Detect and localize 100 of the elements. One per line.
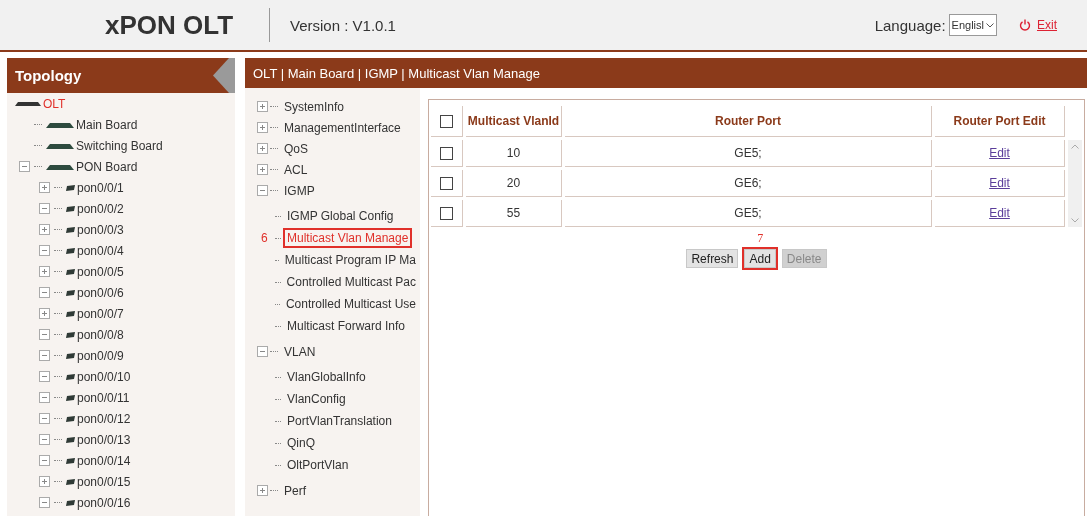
menu-item[interactable]: OltPortVlan xyxy=(283,455,353,475)
table-cell: GE5; xyxy=(565,140,932,167)
language-select[interactable]: Englisl xyxy=(948,14,997,36)
menu-item[interactable]: VlanGlobalInfo xyxy=(283,367,370,387)
action-button[interactable]: Refresh xyxy=(686,249,739,268)
edit-link[interactable]: Edit xyxy=(989,146,1010,160)
step-number: 7 xyxy=(756,231,765,246)
select-all-checkbox[interactable] xyxy=(440,114,453,128)
menu-item[interactable]: Multicast Forward Info xyxy=(283,316,410,336)
expand-icon[interactable] xyxy=(39,224,50,235)
tree-item[interactable]: pon0/0/2 xyxy=(77,201,124,216)
port-icon xyxy=(66,436,75,443)
tree-item[interactable]: pon0/0/16 xyxy=(77,495,131,510)
tree-item[interactable]: Switching Board xyxy=(76,138,163,153)
collapse-icon[interactable] xyxy=(257,185,268,196)
collapse-icon[interactable] xyxy=(39,371,50,382)
collapse-icon[interactable] xyxy=(39,245,50,256)
collapse-icon[interactable] xyxy=(39,392,50,403)
tree-item[interactable]: pon0/0/13 xyxy=(77,432,131,447)
column-header: Multicast VlanId xyxy=(466,106,562,137)
edit-link[interactable]: Edit xyxy=(989,176,1010,190)
caret-icon[interactable] xyxy=(986,22,994,28)
menu-item[interactable]: QoS xyxy=(280,138,312,159)
tree-item[interactable]: OLT xyxy=(43,96,66,111)
language-label: Language: xyxy=(874,16,946,34)
menu-item[interactable]: VLAN xyxy=(280,341,320,362)
expand-icon[interactable] xyxy=(39,308,50,319)
device-icon xyxy=(15,101,41,106)
expand-icon[interactable] xyxy=(257,164,268,175)
step-number: 6 xyxy=(261,231,268,245)
expand-icon[interactable] xyxy=(257,143,268,154)
menu-item[interactable]: SystemInfo xyxy=(280,96,349,117)
power-icon xyxy=(1019,19,1031,31)
expand-icon[interactable] xyxy=(257,122,268,133)
tree-item[interactable]: pon0/0/1 xyxy=(77,180,124,195)
collapse-icon[interactable] xyxy=(39,455,50,466)
tree-item[interactable]: pon0/0/7 xyxy=(77,306,124,321)
collapse-icon[interactable] xyxy=(39,203,50,214)
menu-item[interactable]: Multicast Vlan Manage xyxy=(283,228,413,248)
tree-item[interactable]: pon0/0/10 xyxy=(77,369,131,384)
menu-item[interactable]: ACL xyxy=(280,159,312,180)
table-cell: 55 xyxy=(466,200,562,227)
row-checkbox[interactable] xyxy=(440,176,453,190)
row-checkbox[interactable] xyxy=(440,206,453,220)
tree-item[interactable]: pon0/0/15 xyxy=(77,474,131,489)
menu-item[interactable]: Controlled Multicast Pac xyxy=(282,272,420,292)
expand-icon[interactable] xyxy=(39,476,50,487)
scroll-up-icon[interactable] xyxy=(1071,144,1079,149)
app-logo: xPON OLT xyxy=(105,9,235,41)
collapse-icon[interactable] xyxy=(39,350,50,361)
port-icon xyxy=(66,499,75,506)
menu-item[interactable]: VlanConfig xyxy=(283,389,350,409)
menu-item[interactable]: ManagementInterface xyxy=(280,117,405,138)
board-icon xyxy=(46,142,74,149)
menu-item[interactable]: Controlled Multicast Use xyxy=(281,294,420,314)
scroll-down-icon[interactable] xyxy=(1071,218,1079,223)
collapse-icon[interactable] xyxy=(39,413,50,424)
port-icon xyxy=(66,352,75,359)
panel-title: Topology xyxy=(15,67,82,84)
collapse-icon[interactable] xyxy=(19,161,30,172)
expand-icon[interactable] xyxy=(39,182,50,193)
tree-item[interactable]: pon0/0/11 xyxy=(77,390,130,405)
exit-link[interactable]: Exit xyxy=(1019,18,1057,32)
menu-item[interactable]: PortVlanTranslation xyxy=(283,411,396,431)
menu-item[interactable]: QinQ xyxy=(283,433,319,453)
tree-item[interactable]: pon0/0/3 xyxy=(77,222,124,237)
action-button[interactable]: Add xyxy=(744,249,776,268)
tree-item[interactable]: pon0/0/4 xyxy=(77,243,124,258)
row-checkbox[interactable] xyxy=(440,146,453,160)
tree-item[interactable]: pon0/0/9 xyxy=(77,348,124,363)
expand-icon[interactable] xyxy=(257,101,268,112)
tree-item[interactable]: pon0/0/6 xyxy=(77,285,124,300)
menu-item[interactable]: Multicast Program IP Ma xyxy=(280,250,420,270)
port-icon xyxy=(66,457,75,464)
tree-item[interactable]: pon0/0/5 xyxy=(77,264,124,279)
port-icon xyxy=(66,415,75,422)
version-text: Version : V1.0.1 xyxy=(290,16,396,34)
tree-item[interactable]: pon0/0/14 xyxy=(77,453,131,468)
expand-icon[interactable] xyxy=(257,485,268,496)
tree-item[interactable]: Main Board xyxy=(76,117,138,132)
tree-item[interactable]: PON Board xyxy=(76,159,138,174)
port-icon xyxy=(66,205,75,212)
collapse-icon[interactable] xyxy=(39,329,50,340)
port-icon xyxy=(66,268,75,275)
collapse-icon[interactable] xyxy=(39,434,50,445)
port-icon xyxy=(66,289,75,296)
tree-item[interactable]: pon0/0/8 xyxy=(77,327,124,342)
table-cell: 10 xyxy=(466,140,562,167)
edit-link[interactable]: Edit xyxy=(989,206,1010,220)
menu-item[interactable]: Perf xyxy=(280,480,310,501)
menu-item[interactable]: IGMP Global Config xyxy=(283,206,398,226)
breadcrumb: OLT | Main Board | IGMP | Multicast Vlan Manage xyxy=(245,58,1087,88)
collapse-icon[interactable] xyxy=(257,346,268,357)
expand-icon[interactable] xyxy=(39,266,50,277)
port-icon xyxy=(66,226,75,233)
collapse-icon[interactable] xyxy=(39,497,50,508)
collapse-icon[interactable] xyxy=(39,287,50,298)
scrollbar[interactable] xyxy=(1068,140,1082,227)
tree-item[interactable]: pon0/0/12 xyxy=(77,411,131,426)
menu-item[interactable]: IGMP xyxy=(280,180,319,201)
